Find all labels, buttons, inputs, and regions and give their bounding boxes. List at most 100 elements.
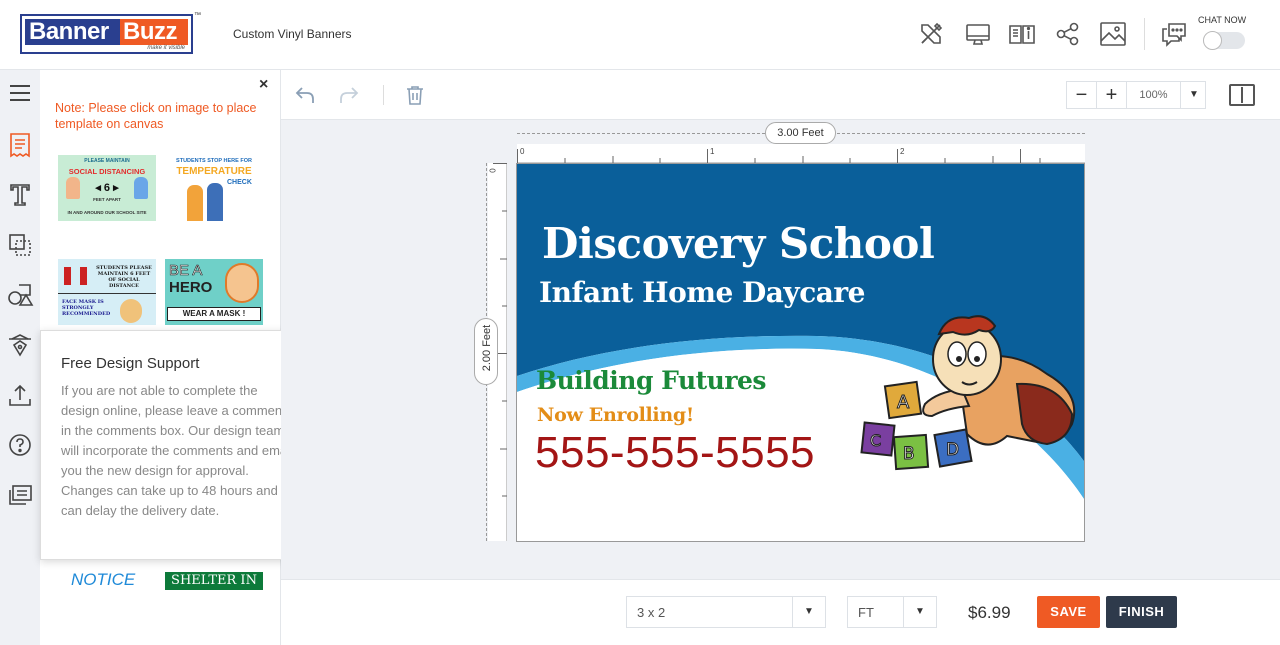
banner-design[interactable]: Discovery School Infant Home Daycare Bui… [516,163,1085,542]
zoom-value[interactable]: 100% [1127,82,1181,108]
banner-phone[interactable]: 555-555-5555 [535,428,815,478]
thumb-text: IN AND AROUND OUR SCHOOL SITE [67,210,147,215]
thumb-text: NOTICE [71,570,136,589]
svg-text:C: C [870,431,881,450]
person-figure-icon [80,267,87,285]
height-label: 2.00 Feet [474,318,498,385]
tool-rail [0,70,40,645]
masked-face-icon [120,299,142,323]
menu-icon[interactable] [6,79,34,107]
header-divider [1144,18,1145,50]
banner-enrolling[interactable]: Now Enrolling! [537,404,694,426]
undo-icon[interactable] [293,83,317,107]
thumb-text: HERO [169,279,213,296]
chevron-down-icon[interactable]: ▼ [903,597,936,627]
ruler-top: 0 1 2 [517,144,1085,163]
template-thumb[interactable]: STUDENTS PLEASE MAINTAIN 6 FEET OF SOCIA… [58,259,156,325]
baby-with-blocks-clipart[interactable]: A C B D [857,304,1085,484]
ruler-tick-label: 0 [520,147,525,156]
thumb-text: PLEASE MAINTAIN [84,158,130,164]
comments-icon[interactable] [6,481,34,509]
templates-icon[interactable] [6,131,34,159]
child-figure-icon [134,177,148,199]
logo-tagline: make it visible [147,45,185,51]
panel-note: Note: Please click on image to place tem… [55,101,257,131]
thumb-text: WEAR A MASK ! [167,307,261,321]
person-figure-icon [187,185,203,221]
person-figure-icon [207,183,223,221]
share-icon[interactable] [1054,20,1082,48]
split-view-icon[interactable] [1229,84,1255,106]
bottom-bar: 3 x 2 ▼ FT ▼ $6.99 SAVE FINISH [281,579,1280,645]
logo-left: Banner [25,19,120,45]
template-thumb[interactable]: SHELTER IN [165,572,263,590]
chat-now-label: CHAT NOW [1198,15,1247,25]
help-icon[interactable] [6,431,34,459]
logo-right: Buzz [120,19,188,45]
product-name: Custom Vinyl Banners [233,27,352,41]
template-thumb[interactable]: BE A HERO WEAR A MASK ! [165,259,263,325]
thumb-text: FACE MASK IS STRONGLY RECOMMENDED [62,299,111,317]
logo[interactable]: Banner Buzz make it visible ™ [20,12,201,54]
thumb-divider [58,293,156,294]
design-tools-icon[interactable] [917,20,945,48]
design-support-popup: Free Design Support × If you are not abl… [40,330,310,560]
height-label-text: 2.00 Feet [481,324,493,372]
panel-close-button[interactable]: × [259,76,268,94]
thumb-text: CHECK [227,179,252,186]
redo-icon[interactable] [337,83,361,107]
toolbar-divider [383,85,384,105]
banner-subtitle[interactable]: Infant Home Daycare [539,276,865,309]
delete-icon[interactable] [403,83,427,107]
save-button[interactable]: SAVE [1037,596,1100,628]
template-thumb[interactable]: PLEASE MAINTAIN SOCIAL DISTANCING ◂ 6 ▸ … [58,155,156,221]
product-info-icon[interactable] [1008,20,1036,48]
layers-icon[interactable] [6,231,34,259]
ruler-tick-label: 1 [710,147,715,156]
zoom-out-button[interactable]: − [1067,82,1097,108]
chat-icon[interactable] [1160,20,1188,48]
chat-toggle[interactable] [1203,31,1245,50]
logo-trademark: ™ [194,12,201,19]
thumb-text: STUDENTS PLEASE MAINTAIN 6 FEET OF SOCIA… [96,265,152,289]
chevron-down-icon[interactable]: ▼ [792,597,825,627]
child-figure-icon [66,177,80,199]
support-body: If you are not able to complete the desi… [61,383,293,518]
size-select-value: 3 x 2 [637,605,666,620]
clipart-icon[interactable] [6,331,34,359]
ruler-tick-label: 0 [488,168,498,173]
unit-select-value: FT [858,605,874,620]
finish-button[interactable]: FINISH [1106,596,1177,628]
width-label: 3.00 Feet [765,122,836,144]
template-thumb[interactable]: STUDENTS STOP HERE FOR TEMPERATURE CHECK [165,155,263,221]
template-thumb[interactable]: NOTICE [58,570,156,590]
svg-text:D: D [946,440,959,460]
unit-select[interactable]: FT ▼ [847,596,937,628]
thumb-text: TEMPERATURE [176,166,252,177]
image-upload-icon[interactable] [1099,20,1127,48]
thumb-text: SHELTER IN [171,573,257,588]
zoom-in-button[interactable]: + [1097,82,1127,108]
thumb-text: SOCIAL DISTANCING [68,167,146,176]
thumb-text: STUDENTS STOP HERE FOR [176,158,252,164]
support-title: Free Design Support [61,355,200,372]
preview-monitor-icon[interactable] [964,20,992,48]
canvas-area: 3.00 Feet 0 1 2 0 1 [281,120,1280,580]
svg-text:B: B [903,444,915,464]
banner-tagline[interactable]: Building Futures [536,366,767,395]
person-figure-icon [64,267,71,285]
editor-toolbar: − + 100% ▼ [281,70,1280,120]
zoom-dropdown-icon[interactable]: ▼ [1182,82,1206,108]
size-select[interactable]: 3 x 2 ▼ [626,596,826,628]
zoom-control: − + 100% ▼ [1066,81,1206,109]
toggle-knob [1203,31,1222,50]
ruler-tick-label: 2 [900,147,905,156]
price: $6.99 [968,603,1011,622]
masked-face-icon [225,263,259,303]
svg-text:A: A [897,392,910,413]
banner-title[interactable]: Discovery School [542,219,935,268]
text-tool-icon[interactable] [6,181,34,209]
thumb-text: BE A [169,262,203,280]
shapes-icon[interactable] [6,281,34,309]
upload-icon[interactable] [6,381,34,409]
